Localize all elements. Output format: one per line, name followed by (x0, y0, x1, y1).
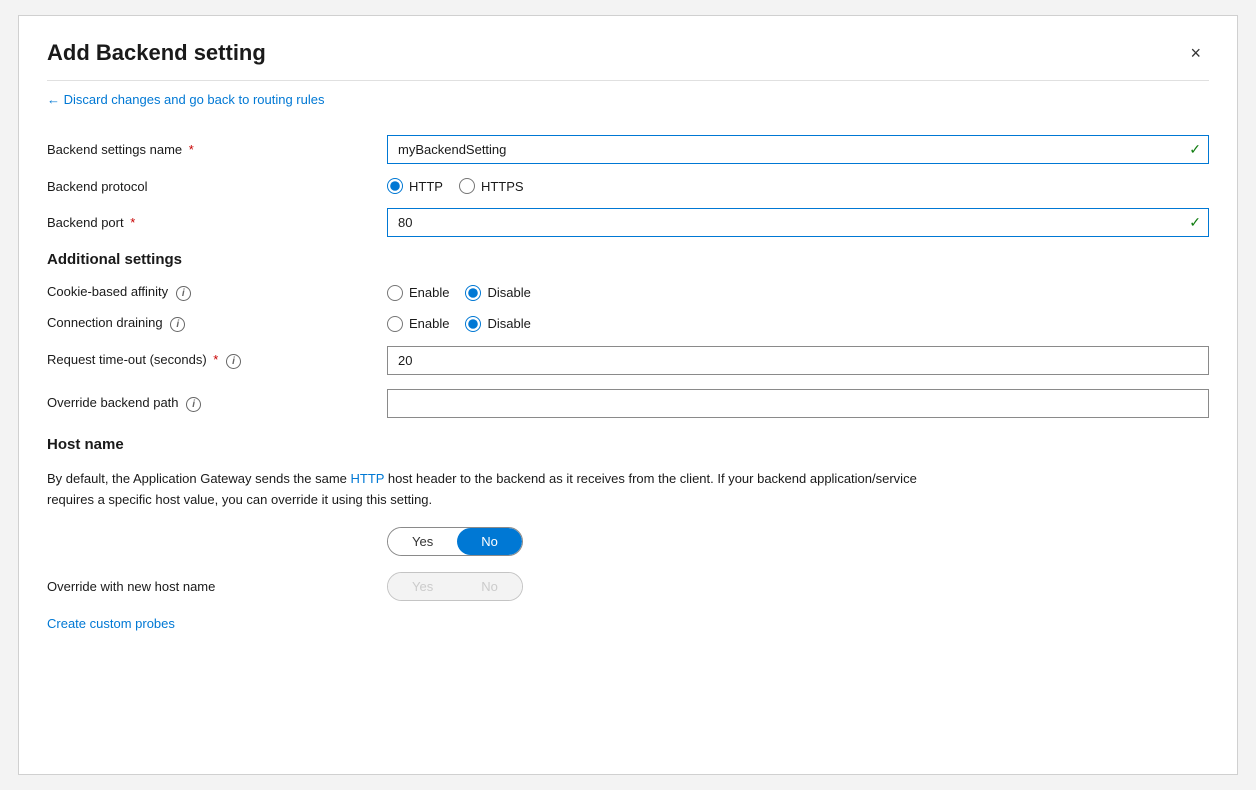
cookie-affinity-disable-radio[interactable] (465, 285, 481, 301)
request-timeout-info-icon: i (226, 354, 241, 369)
create-custom-probes-row: Create custom probes (47, 615, 1209, 631)
override-backend-path-input-area (387, 389, 1209, 418)
backend-protocol-label: Backend protocol (47, 179, 387, 194)
additional-settings-heading: Additional settings (47, 251, 1209, 268)
override-backend-path-wrapper (387, 389, 1209, 418)
host-name-no-button[interactable]: No (457, 528, 522, 555)
connection-draining-disable-option[interactable]: Disable (465, 316, 530, 332)
connection-draining-label: Connection draining i (47, 315, 387, 332)
backend-port-row: Backend port * ✓ (47, 208, 1209, 237)
cookie-affinity-radio-group: Enable Disable (387, 285, 1209, 301)
request-timeout-input[interactable] (387, 346, 1209, 375)
cookie-affinity-row: Cookie-based affinity i Enable Disable (47, 284, 1209, 301)
connection-draining-radio-group: Enable Disable (387, 316, 1209, 332)
backend-protocol-radio-group: HTTP HTTPS (387, 178, 1209, 194)
connection-draining-enable-label: Enable (409, 316, 449, 331)
connection-draining-disable-radio[interactable] (465, 316, 481, 332)
host-name-heading: Host name (47, 436, 1209, 453)
host-name-http-highlight: HTTP (351, 471, 385, 486)
dialog-header: Add Backend setting × (19, 16, 1237, 78)
backend-protocol-https-radio[interactable] (459, 178, 475, 194)
backend-protocol-http-option[interactable]: HTTP (387, 178, 443, 194)
cookie-affinity-disable-label: Disable (487, 285, 530, 300)
override-new-host-name-toggle-group: Yes No (387, 572, 523, 601)
override-new-host-name-no-button: No (457, 573, 522, 600)
connection-draining-options: Enable Disable (387, 316, 1209, 332)
backend-protocol-https-label: HTTPS (481, 179, 524, 194)
add-backend-setting-dialog: Add Backend setting × ← Discard changes … (18, 15, 1238, 775)
backend-protocol-options: HTTP HTTPS (387, 178, 1209, 194)
backend-port-label: Backend port * (47, 215, 387, 230)
override-new-host-name-row: Override with new host name Yes No (47, 572, 1209, 601)
backend-port-check-icon: ✓ (1189, 214, 1201, 231)
connection-draining-disable-label: Disable (487, 316, 530, 331)
backend-port-wrapper: ✓ (387, 208, 1209, 237)
host-name-section: Host name By default, the Application Ga… (47, 436, 1209, 556)
dialog-title: Add Backend setting (47, 40, 266, 66)
close-button[interactable]: × (1182, 40, 1209, 66)
override-backend-path-row: Override backend path i (47, 389, 1209, 418)
override-backend-path-label: Override backend path i (47, 395, 387, 412)
form-content: Backend settings name * ✓ Backend protoc… (19, 127, 1237, 659)
host-name-description: By default, the Application Gateway send… (47, 469, 947, 511)
cookie-affinity-enable-option[interactable]: Enable (387, 285, 449, 301)
cookie-affinity-info-icon: i (176, 286, 191, 301)
cookie-affinity-disable-option[interactable]: Disable (465, 285, 530, 301)
backend-settings-name-row: Backend settings name * ✓ (47, 135, 1209, 164)
request-timeout-input-area (387, 346, 1209, 375)
backend-port-input[interactable] (387, 208, 1209, 237)
back-link[interactable]: ← Discard changes and go back to routing… (47, 92, 325, 107)
cookie-affinity-enable-label: Enable (409, 285, 449, 300)
override-backend-path-input[interactable] (387, 389, 1209, 418)
host-name-toggle-area: Yes No (47, 527, 1209, 556)
override-new-host-name-label: Override with new host name (47, 579, 387, 594)
cookie-affinity-label: Cookie-based affinity i (47, 284, 387, 301)
override-new-host-name-toggle-area: Yes No (387, 572, 523, 601)
host-name-toggle-group: Yes No (387, 527, 523, 556)
backend-settings-name-input[interactable] (387, 135, 1209, 164)
host-name-yes-button[interactable]: Yes (388, 528, 457, 555)
connection-draining-row: Connection draining i Enable Disable (47, 315, 1209, 332)
backend-protocol-http-label: HTTP (409, 179, 443, 194)
request-timeout-label: Request time-out (seconds) * i (47, 352, 387, 369)
backend-protocol-https-option[interactable]: HTTPS (459, 178, 524, 194)
override-new-host-name-yes-button: Yes (388, 573, 457, 600)
create-custom-probes-link[interactable]: Create custom probes (47, 616, 175, 631)
connection-draining-enable-option[interactable]: Enable (387, 316, 449, 332)
backend-protocol-row: Backend protocol HTTP HTTPS (47, 178, 1209, 194)
back-link-container: ← Discard changes and go back to routing… (19, 83, 1237, 127)
backend-settings-name-check-icon: ✓ (1189, 141, 1201, 158)
connection-draining-enable-radio[interactable] (387, 316, 403, 332)
backend-port-input-area: ✓ (387, 208, 1209, 237)
cookie-affinity-enable-radio[interactable] (387, 285, 403, 301)
backend-settings-name-label: Backend settings name * (47, 142, 387, 157)
backend-settings-name-wrapper: ✓ (387, 135, 1209, 164)
request-timeout-wrapper (387, 346, 1209, 375)
request-timeout-row: Request time-out (seconds) * i (47, 346, 1209, 375)
cookie-affinity-options: Enable Disable (387, 285, 1209, 301)
backend-protocol-http-radio[interactable] (387, 178, 403, 194)
override-backend-path-info-icon: i (186, 397, 201, 412)
connection-draining-info-icon: i (170, 317, 185, 332)
backend-settings-name-input-area: ✓ (387, 135, 1209, 164)
